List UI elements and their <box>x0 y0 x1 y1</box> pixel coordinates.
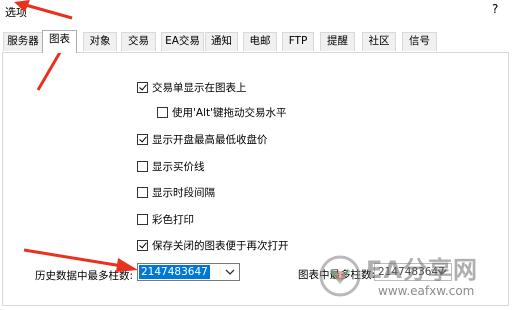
checkbox-show-period-separators[interactable] <box>137 186 148 198</box>
max-bars-chart-combo[interactable]: 2147483647 <box>374 263 452 281</box>
option-label: 保存关闭的图表便于再次打开 <box>152 239 289 252</box>
tab-signals[interactable]: 信号 <box>402 32 437 51</box>
max-bars-history-value[interactable]: 2147483647 <box>139 265 210 279</box>
tab-email[interactable]: 电邮 <box>243 32 277 51</box>
option-label: 交易单显示在图表上 <box>152 81 247 94</box>
option-show-ohlc[interactable]: 显示开盘最高最低收盘价 <box>137 131 268 147</box>
checkbox-color-print[interactable] <box>137 213 148 225</box>
tab-expert-advisors[interactable]: EA交易 <box>161 32 204 51</box>
option-alt-drag-levels[interactable]: 使用'Alt'键拖动交易水平 <box>157 104 287 120</box>
option-label: 使用'Alt'键拖动交易水平 <box>172 106 287 119</box>
checkbox-show-trade-levels[interactable] <box>137 81 148 93</box>
tab-alerts[interactable]: 提醒 <box>320 32 355 51</box>
tab-objects[interactable]: 对象 <box>83 32 117 51</box>
help-button[interactable]: ? <box>492 2 498 16</box>
window-title: 选项 <box>5 6 27 19</box>
tab-ftp[interactable]: FTP <box>282 32 314 51</box>
checkbox-show-ohlc[interactable] <box>137 133 148 145</box>
max-bars-chart-label: 图表中最多柱数: <box>298 269 376 281</box>
tab-strip: 服务器 图表 对象 交易 EA交易 通知 电邮 FTP 提醒 社区 信号 <box>0 30 512 53</box>
option-show-trade-levels[interactable]: 交易单显示在图表上 <box>137 79 247 95</box>
option-save-deleted-charts[interactable]: 保存关闭的图表便于再次打开 <box>137 237 289 253</box>
chevron-down-icon[interactable] <box>225 267 235 277</box>
option-show-ask-line[interactable]: 显示买价线 <box>137 158 205 174</box>
option-color-print[interactable]: 彩色打印 <box>137 211 194 227</box>
checkbox-save-deleted-charts[interactable] <box>137 239 148 251</box>
tab-server[interactable]: 服务器 <box>3 32 43 51</box>
option-label: 显示开盘最高最低收盘价 <box>152 133 268 146</box>
option-show-period-separators[interactable]: 显示时段间隔 <box>137 184 215 200</box>
checkbox-alt-drag-levels[interactable] <box>157 106 168 118</box>
max-bars-history-label: 历史数据中最多柱数: <box>35 270 134 282</box>
tab-trade[interactable]: 交易 <box>121 32 156 51</box>
checkbox-show-ask-line[interactable] <box>137 160 148 172</box>
max-bars-history-combo[interactable]: 2147483647 <box>137 263 240 281</box>
chevron-down-icon[interactable] <box>437 267 447 277</box>
tab-community[interactable]: 社区 <box>362 32 396 51</box>
tab-notifications[interactable]: 通知 <box>205 32 238 51</box>
option-label: 彩色打印 <box>152 213 194 226</box>
option-label: 显示买价线 <box>152 160 205 173</box>
title-bar: 选项 ? <box>0 0 512 26</box>
option-label: 显示时段间隔 <box>152 186 215 199</box>
tab-charts[interactable]: 图表 <box>42 30 77 53</box>
